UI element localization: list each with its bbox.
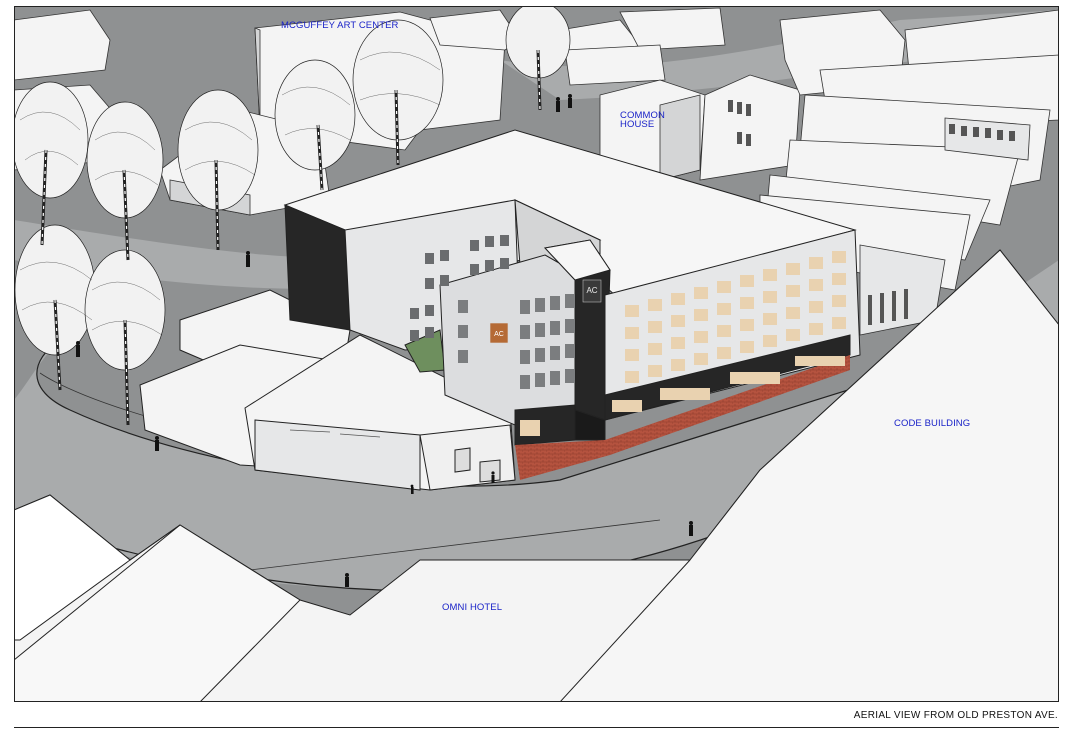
label-omni-hotel: OMNI HOTEL bbox=[442, 602, 503, 613]
rendering-canvas: AC AC bbox=[14, 6, 1059, 702]
label-code-building: CODE BUILDING bbox=[894, 418, 971, 429]
footer-rule bbox=[14, 727, 1059, 728]
label-common-house-line2: HOUSE bbox=[620, 119, 655, 130]
aerial-rendering: AC AC MCGUFFEY ART CENTER COMMON HOUSE C… bbox=[0, 0, 1077, 731]
svg-text:AC: AC bbox=[586, 286, 597, 295]
caption: AERIAL VIEW FROM OLD PRESTON AVE. bbox=[853, 710, 1058, 721]
label-mcguffey-art-center: MCGUFFEY ART CENTER bbox=[281, 20, 399, 31]
svg-text:AC: AC bbox=[494, 331, 504, 338]
